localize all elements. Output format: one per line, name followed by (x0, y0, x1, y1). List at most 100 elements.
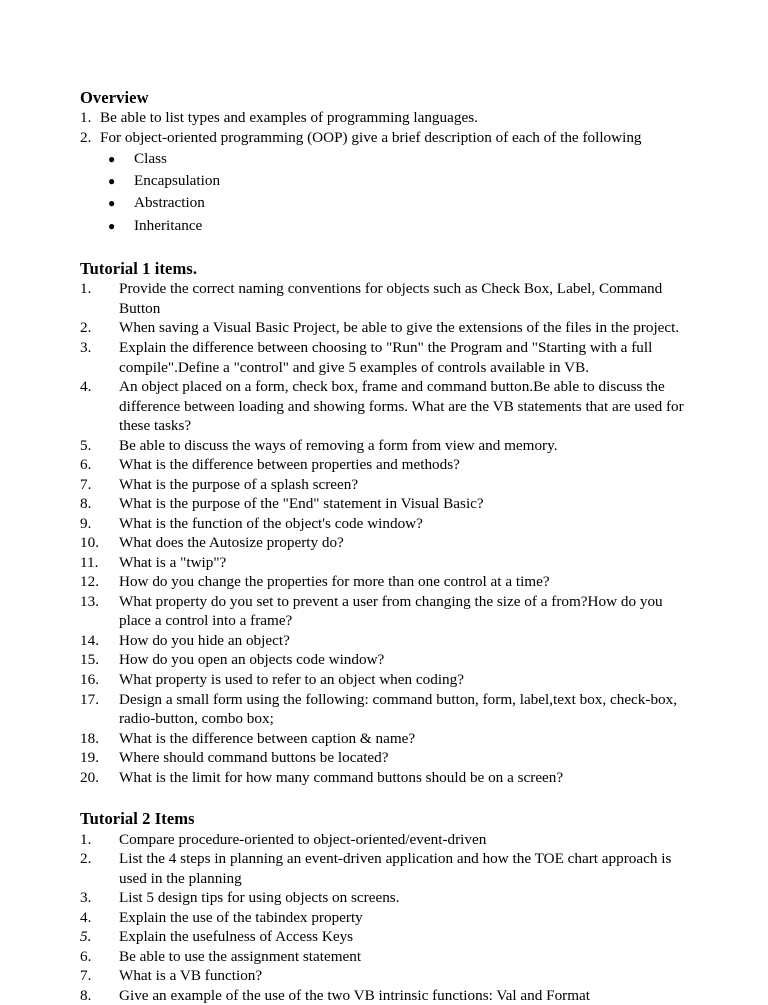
bullet-list-item: ● Abstraction (80, 192, 690, 214)
list-item-text: Explain the use of the tabindex property (119, 908, 363, 926)
document-body: Overview 1. Be able to list types and exam… (80, 88, 690, 1005)
list-item-number: 8. (80, 495, 92, 513)
list-item-number: 17. (80, 690, 99, 708)
list-item-number: 1. (80, 280, 92, 298)
section-heading: Tutorial 2 Items (80, 809, 195, 829)
list-item-number: 1. (80, 830, 92, 848)
list-item: 4. An object placed on a form, check box,… (80, 377, 690, 436)
list-item: 16. What property is used to refer to an … (80, 670, 690, 690)
list-item-number: 7. (80, 967, 92, 985)
list-item-text: For object-oriented programming (OOP) gi… (100, 129, 642, 146)
list-item-number: 20. (80, 768, 99, 786)
list-item-text: What is the purpose of a splash screen? (119, 475, 359, 493)
list-item-number: 3. (80, 889, 92, 907)
numbered-list: 1. Compare procedure-oriented to object-o… (80, 830, 690, 1005)
list-item: 18. What is the difference between captio… (80, 729, 690, 749)
list-item-text: Give an example of the use of the two VB… (119, 986, 591, 1004)
list-item: 1. Provide the correct naming conventions… (80, 279, 690, 318)
list-item: 2. For object-oriented programming (OOP) … (80, 128, 690, 148)
list-item: 19. Where should command buttons be locat… (80, 748, 690, 768)
list-item: 12. How do you change the properties for … (80, 572, 690, 592)
list-item-number: 19. (80, 749, 99, 767)
list-item-text: List the 4 steps in planning an event-dr… (119, 850, 672, 887)
bullet-dot-icon: ● (108, 196, 116, 211)
bullet-dot-icon: ● (108, 218, 116, 233)
list-item-text: Design a small form using the following:… (119, 690, 678, 728)
list-item-text: What is the function of the object's cod… (119, 514, 423, 532)
list-item-number: 3. (80, 338, 92, 356)
list-item: 5. Explain the usefulness of Access Keys (80, 927, 690, 947)
list-item-number: 5. (80, 928, 92, 946)
list-item-number: 11. (80, 553, 99, 571)
bullet-list-item-label: Abstraction (134, 194, 205, 212)
list-item: 13. What property do you set to prevent a… (80, 592, 690, 631)
section-heading: Overview (80, 88, 149, 107)
list-item: 10. What does the Autosize property do? (80, 533, 690, 553)
list-item: 8. What is the purpose of the "End" state… (80, 494, 690, 514)
list-item-text: What is a "twip"? (119, 553, 227, 571)
list-item-number: 13. (80, 592, 99, 610)
list-item: 6. Be able to use the assignment statemen… (80, 947, 690, 967)
list-item: 15. How do you open an objects code windo… (80, 650, 690, 670)
list-item: 20. What is the limit for how many comman… (80, 768, 690, 788)
bullet-list-item-label: Encapsulation (134, 171, 221, 189)
list-item-number: 4. (80, 378, 92, 396)
list-item-number: 7. (80, 475, 92, 493)
list-item-text: Explain the difference between choosing … (119, 338, 653, 376)
list-item-text: Explain the usefulness of Access Keys (119, 928, 354, 946)
list-item: 3. Explain the difference between choosin… (80, 338, 690, 377)
list-item: 2. List the 4 steps in planning an event-… (80, 849, 690, 888)
list-item-number: 2. (80, 319, 92, 337)
list-item: 17. Design a small form using the followi… (80, 690, 690, 729)
bullet-list-item: ● Class (80, 148, 690, 170)
list-item-text: Be able to use the assignment statement (119, 947, 362, 965)
list-item: 3. List 5 design tips for using objects o… (80, 888, 690, 908)
list-item: 7. What is the purpose of a splash screen… (80, 475, 690, 495)
list-item: 1. Be able to list types and examples of … (80, 108, 690, 128)
list-item-text: What is the difference between caption &… (119, 729, 416, 747)
list-item-text: What does the Autosize property do? (119, 534, 344, 552)
document-page: Overview 1. Be able to list types and exam… (0, 0, 768, 1004)
list-item: 6. What is the difference between propert… (80, 455, 690, 475)
list-item-number: 2. (80, 850, 92, 868)
list-item-number: 18. (80, 729, 99, 747)
list-item-number: 12. (80, 573, 99, 591)
bullet-list-item: ● Inheritance (80, 215, 690, 237)
list-item: 8. Give an example of the use of the two … (80, 986, 690, 1005)
list-item-number: 1. (80, 109, 92, 127)
list-item-text: How do you change the properties for mor… (119, 573, 550, 591)
list-item: 7. What is a VB function? (80, 966, 690, 986)
list-item-text: What is a VB function? (119, 967, 263, 985)
list-item-number: 6. (80, 456, 92, 474)
bullet-list: ● Class ● Encapsulation ● Abstraction ● Inherit… (80, 148, 690, 237)
list-item-text: What property is used to refer to an obj… (119, 671, 464, 688)
list-item-text: Compare procedure-oriented to object-ori… (119, 830, 487, 848)
bullet-list-item-label: Class (134, 149, 167, 167)
list-item-text: Be able to discuss the ways of removing … (119, 436, 558, 454)
list-item-text: What is the difference between propertie… (119, 456, 460, 474)
list-item-text: What is the limit for how many command b… (119, 768, 564, 786)
bullet-dot-icon: ● (108, 151, 116, 166)
list-item-text: Where should command buttons be located? (119, 749, 389, 767)
list-item: 5. Be able to discuss the ways of removin… (80, 436, 690, 456)
list-item: 4. Explain the use of the tabindex proper… (80, 908, 690, 928)
list-item: 14. How do you hide an object? (80, 631, 690, 651)
list-item: 1. Compare procedure-oriented to object-o… (80, 830, 690, 850)
list-item-number: 10. (80, 534, 99, 552)
list-item-number: 6. (80, 947, 92, 965)
list-item-number: 2. (80, 129, 92, 146)
bullet-list-item: ● Encapsulation (80, 170, 690, 192)
list-item-text: How do you hide an object? (119, 631, 290, 649)
list-item-text: When saving a Visual Basic Project, be a… (119, 319, 680, 337)
list-item-text: What property do you set to prevent a us… (119, 592, 663, 630)
list-item: 11. What is a "twip"? (80, 553, 690, 573)
list-item-number: 16. (80, 671, 99, 688)
list-item-text: List 5 design tips for using objects on … (119, 889, 400, 907)
list-item-text: Be able to list types and examples of pr… (100, 109, 478, 127)
numbered-list: 1. Be able to list types and examples of … (80, 108, 690, 236)
list-item-text: Provide the correct naming conventions f… (119, 280, 663, 317)
section-heading: Tutorial 1 items. (80, 258, 198, 278)
bullet-list-item-label: Inheritance (134, 216, 203, 234)
list-item-number: 5. (80, 436, 92, 454)
list-item-number: 9. (80, 514, 92, 532)
